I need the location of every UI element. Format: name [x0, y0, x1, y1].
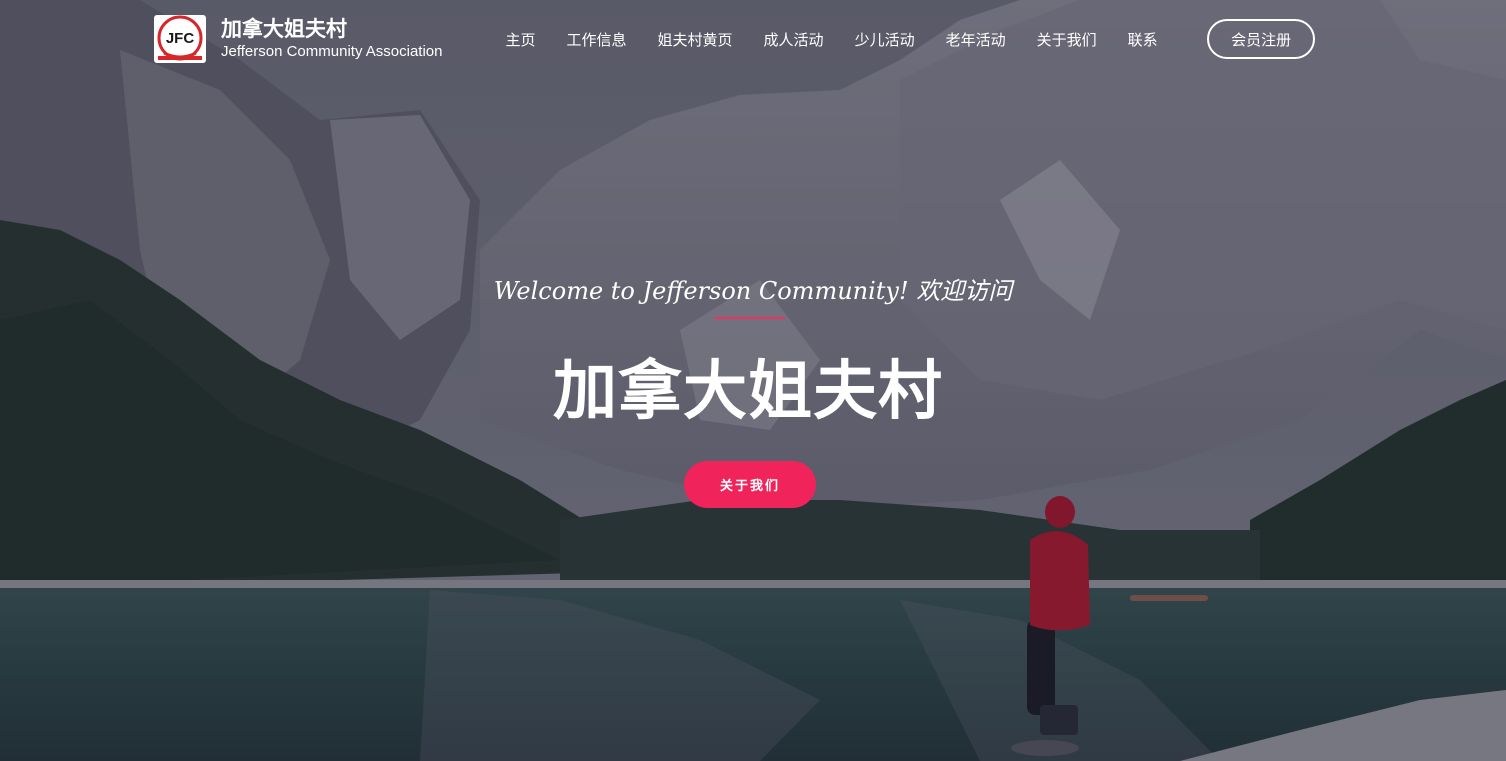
hero-title: 加拿大姐夫村 [553, 355, 943, 429]
brand-subtitle: Jefferson Community Association [221, 43, 443, 60]
member-register-button[interactable]: 会员注册 [1207, 19, 1316, 59]
nav-item-adult-activities[interactable]: 成人活动 [748, 29, 839, 50]
welcome-text: Welcome to Jefferson Community! 欢迎访问 [493, 277, 1013, 305]
nav-item-home[interactable]: 主页 [490, 29, 551, 50]
nav-item-contact[interactable]: 联系 [1112, 29, 1173, 50]
brand-name[interactable]: 加拿大姐夫村 [221, 16, 443, 42]
jfc-logo[interactable]: JFC [154, 15, 206, 63]
nav-item-senior-activities[interactable]: 老年活动 [930, 29, 1021, 50]
brand[interactable]: JFC 加拿大姐夫村 Jefferson Community Associati… [154, 15, 443, 63]
title-divider [714, 317, 785, 319]
nav-item-jobs[interactable]: 工作信息 [551, 29, 642, 50]
jfc-logo-icon: JFC [157, 15, 203, 61]
nav-item-yellow-pages[interactable]: 姐夫村黄页 [642, 29, 748, 50]
about-us-button[interactable]: 关于我们 [684, 461, 816, 508]
nav-item-kids-activities[interactable]: 少儿活动 [839, 29, 930, 50]
hero-section: JFC 加拿大姐夫村 Jefferson Community Associati… [0, 0, 1506, 761]
brand-text: 加拿大姐夫村 Jefferson Community Association [221, 16, 443, 62]
nav-item-about-us[interactable]: 关于我们 [1021, 29, 1112, 50]
svg-text:JFC: JFC [166, 30, 195, 47]
main-nav: 主页 工作信息 姐夫村黄页 成人活动 少儿活动 老年活动 关于我们 联系 会员注… [490, 18, 1316, 60]
